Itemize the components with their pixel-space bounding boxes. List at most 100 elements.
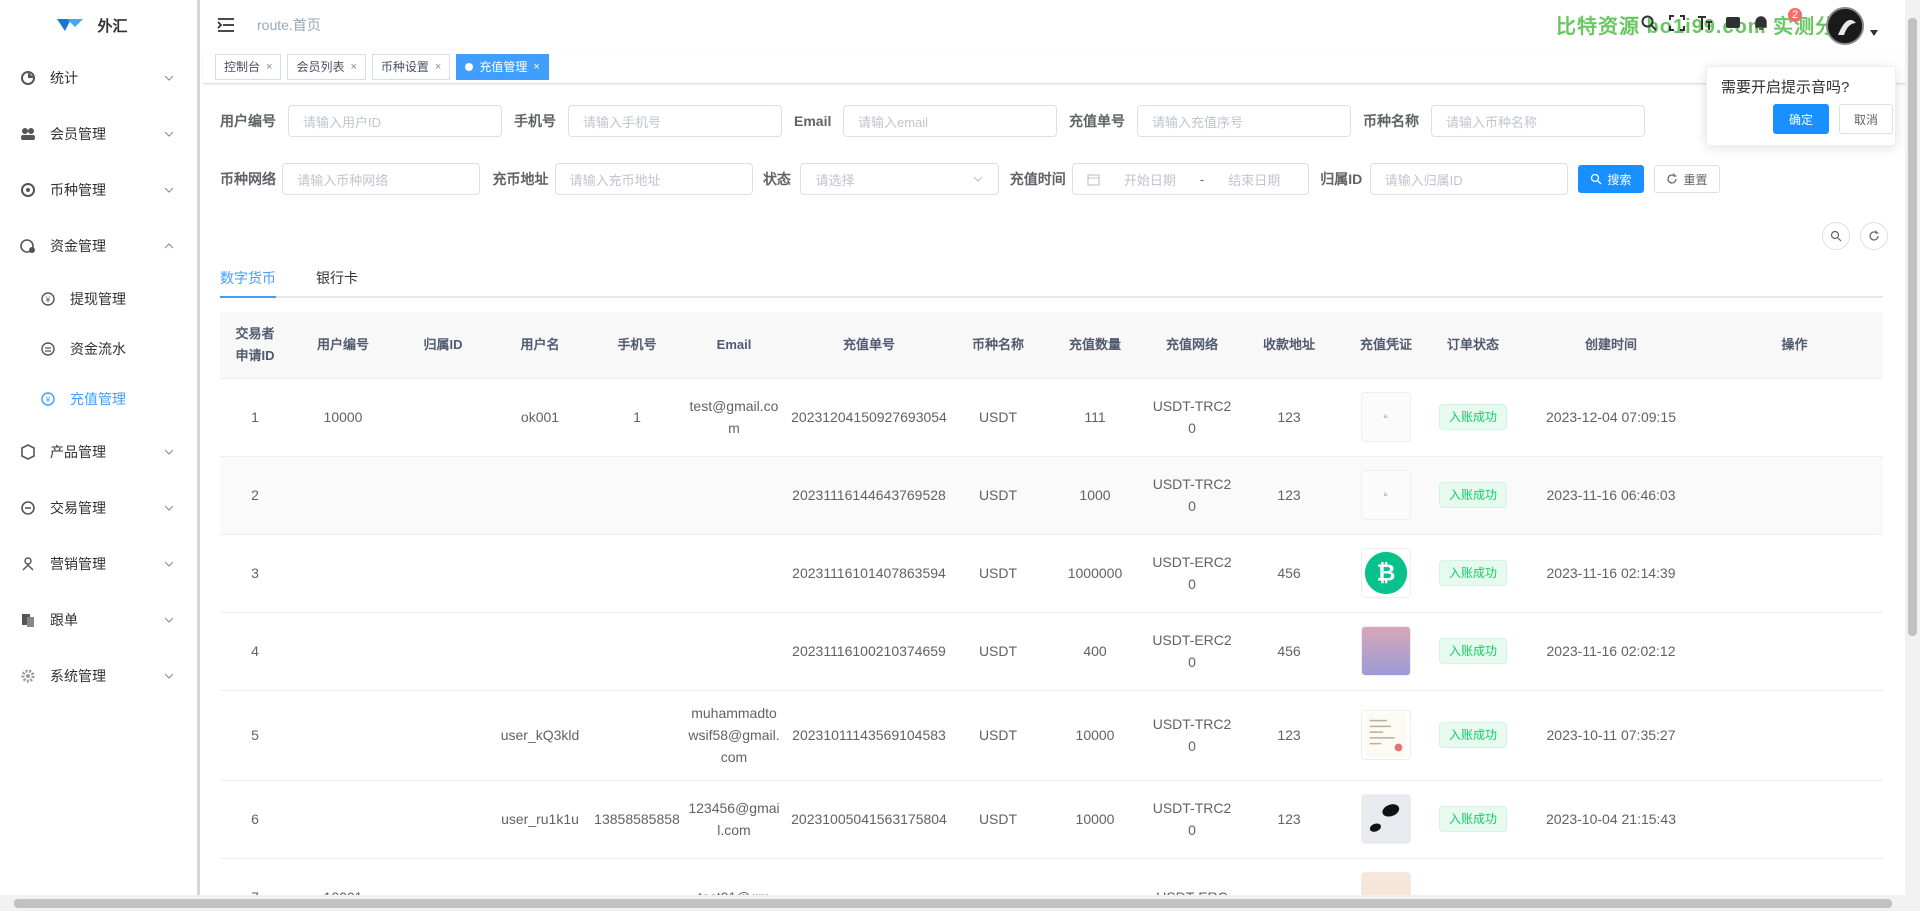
sidebar-item-funds[interactable]: 资金管理 bbox=[0, 218, 197, 274]
tag-dashboard[interactable]: 控制台 × bbox=[215, 53, 282, 80]
fullscreen-icon[interactable] bbox=[1668, 14, 1686, 32]
order-no-input[interactable]: 请输入充值序号 bbox=[1137, 105, 1351, 137]
voucher-thumbnail[interactable]: ₿ bbox=[1361, 548, 1411, 598]
cell-amount: 400 bbox=[1042, 612, 1148, 691]
column-header[interactable]: 交易者申请ID bbox=[220, 312, 290, 379]
tag-coin-settings[interactable]: 币种设置 × bbox=[371, 53, 451, 80]
bell-icon[interactable] bbox=[1752, 14, 1770, 32]
sidebar-item-copytrade[interactable]: 跟单 bbox=[0, 592, 197, 648]
table-row[interactable]: 1 10000 ok001 1 test@gmail.com 202312041… bbox=[220, 378, 1883, 457]
svg-text:¥: ¥ bbox=[45, 396, 51, 405]
breadcrumb[interactable]: route.首页 bbox=[257, 15, 321, 35]
search-button[interactable]: 搜索 bbox=[1577, 165, 1644, 193]
table-row[interactable]: 2 20231116144643769528 USDT 1000 USDT-TR… bbox=[220, 456, 1883, 535]
voucher-thumbnail[interactable]: a. bbox=[1361, 392, 1411, 442]
column-header[interactable]: 充值数量 bbox=[1042, 312, 1148, 379]
email-input[interactable]: 请输入email bbox=[843, 105, 1057, 137]
status-select[interactable]: 请选择 bbox=[800, 163, 999, 195]
yen-circle-icon: ¥ bbox=[40, 391, 56, 407]
column-header[interactable]: 充值网络 bbox=[1148, 312, 1236, 379]
column-header[interactable]: 手机号 bbox=[590, 312, 684, 379]
toggle-search-button[interactable] bbox=[1822, 222, 1850, 250]
vertical-scrollbar[interactable] bbox=[1905, 0, 1920, 895]
table-header-row: 交易者申请ID 用户编号 归属ID 用户名 手机号 Email 充值单号 币种名… bbox=[220, 312, 1883, 379]
font-size-icon[interactable] bbox=[1696, 14, 1714, 32]
sidebar-item-coins[interactable]: 币种管理 bbox=[0, 162, 197, 218]
scrollbar-thumb[interactable] bbox=[14, 899, 1892, 908]
table-row[interactable]: 3 20231116101407863594 USDT 1000000 USDT… bbox=[220, 534, 1883, 613]
cancel-button[interactable]: 取消 bbox=[1839, 104, 1893, 134]
column-header[interactable]: 币种名称 bbox=[954, 312, 1042, 379]
column-header[interactable]: 充值单号 bbox=[784, 312, 954, 379]
hamburger-icon[interactable] bbox=[217, 17, 235, 33]
confirm-button[interactable]: 确定 bbox=[1773, 104, 1829, 134]
cell-created: 2023-11-16 02:14:39 bbox=[1516, 534, 1706, 613]
sidebar-item-label: 资金管理 bbox=[50, 238, 106, 254]
network-input[interactable]: 请输入币种网络 bbox=[282, 163, 481, 195]
column-header[interactable]: 创建时间 bbox=[1516, 312, 1706, 379]
column-header[interactable]: 用户名 bbox=[490, 312, 590, 379]
horizontal-scrollbar[interactable] bbox=[0, 895, 1920, 911]
column-header[interactable]: 用户编号 bbox=[290, 312, 396, 379]
voucher-thumbnail[interactable]: a. bbox=[1361, 470, 1411, 520]
search-icon[interactable] bbox=[1640, 14, 1658, 32]
tag-member-list[interactable]: 会员列表 × bbox=[287, 53, 366, 80]
sidebar-subitem-recharge[interactable]: ¥ 充值管理 bbox=[0, 374, 197, 424]
copy-icon bbox=[20, 612, 36, 628]
table-row[interactable]: 7 10001 test01@gm USDT-ERC bbox=[220, 858, 1883, 895]
network-label: 币种网络 bbox=[220, 171, 276, 187]
sidebar-subitem-withdraw[interactable]: ¥ 提现管理 bbox=[0, 274, 197, 324]
owner-id-input[interactable]: 请输入归属ID bbox=[1369, 163, 1568, 195]
table-row[interactable]: 5 user_kQ3kld muhammadtowsif58@gmail.com… bbox=[220, 690, 1883, 781]
voucher-thumbnail[interactable] bbox=[1361, 872, 1411, 895]
close-icon[interactable]: × bbox=[350, 61, 356, 73]
cell-status: 入账成功 bbox=[1430, 780, 1516, 859]
order-no-label: 充值单号 bbox=[1069, 113, 1125, 129]
end-date-input[interactable]: 结束日期 bbox=[1214, 170, 1294, 189]
column-header[interactable]: 操作 bbox=[1706, 312, 1883, 379]
cell-address: 456 bbox=[1236, 612, 1342, 691]
cell-id: 3 bbox=[220, 534, 290, 613]
tag-recharge[interactable]: 充值管理 × bbox=[456, 53, 549, 80]
message-icon[interactable] bbox=[1724, 14, 1742, 32]
user-id-input[interactable]: 请输入用户ID bbox=[288, 105, 502, 137]
sidebar-item-stats[interactable]: 统计 bbox=[0, 50, 197, 106]
voucher-thumbnail[interactable] bbox=[1361, 710, 1411, 760]
refresh-table-button[interactable] bbox=[1860, 222, 1888, 250]
date-range-picker[interactable]: 开始日期 - 结束日期 bbox=[1071, 163, 1310, 195]
column-header[interactable]: 收款地址 bbox=[1236, 312, 1342, 379]
close-icon[interactable]: × bbox=[266, 61, 272, 73]
close-icon[interactable]: × bbox=[533, 61, 539, 73]
sidebar-subitem-flow[interactable]: 资金流水 bbox=[0, 324, 197, 374]
tab-bank-card[interactable]: 银行卡 bbox=[316, 268, 358, 288]
caret-down-icon[interactable] bbox=[1870, 30, 1878, 36]
coin-name-input[interactable]: 请输入币种名称 bbox=[1431, 105, 1645, 137]
sidebar-item-marketing[interactable]: 营销管理 bbox=[0, 536, 197, 592]
column-header[interactable]: 订单状态 bbox=[1430, 312, 1516, 379]
sidebar-item-members[interactable]: 会员管理 bbox=[0, 106, 197, 162]
reset-button[interactable]: 重置 bbox=[1653, 165, 1720, 193]
close-icon[interactable]: × bbox=[435, 61, 441, 73]
scrollbar-thumb[interactable] bbox=[1908, 18, 1917, 636]
cell-actions bbox=[1706, 612, 1883, 691]
start-date-input[interactable]: 开始日期 bbox=[1110, 170, 1190, 189]
voucher-thumbnail[interactable] bbox=[1361, 794, 1411, 844]
voucher-thumbnail[interactable] bbox=[1361, 626, 1411, 676]
cell-email: test@gmail.com bbox=[684, 378, 784, 457]
cell-voucher: a. bbox=[1342, 456, 1430, 535]
sidebar-item-products[interactable]: 产品管理 bbox=[0, 424, 197, 480]
table-row[interactable]: 6 user_ru1k1u 13858585858 123456@gmail.c… bbox=[220, 780, 1883, 859]
address-input[interactable]: 请输入充币地址 bbox=[554, 163, 753, 195]
sidebar-item-system[interactable]: 系统管理 bbox=[0, 648, 197, 704]
phone-input[interactable]: 请输入手机号 bbox=[568, 105, 782, 137]
recharge-table: 交易者申请ID 用户编号 归属ID 用户名 手机号 Email 充值单号 币种名… bbox=[220, 312, 1883, 895]
column-header[interactable]: 归属ID bbox=[396, 312, 490, 379]
cell-address: 456 bbox=[1236, 534, 1342, 613]
column-header[interactable]: 充值凭证 bbox=[1342, 312, 1430, 379]
tab-crypto[interactable]: 数字货币 bbox=[220, 268, 276, 288]
column-header[interactable]: Email bbox=[684, 312, 784, 379]
avatar[interactable] bbox=[1826, 7, 1864, 45]
table-row[interactable]: 4 20231116100210374659 USDT 400 USDT-ERC… bbox=[220, 612, 1883, 691]
sidebar-item-trades[interactable]: 交易管理 bbox=[0, 480, 197, 536]
popover-text: 需要开启提示音吗? bbox=[1721, 79, 1850, 96]
